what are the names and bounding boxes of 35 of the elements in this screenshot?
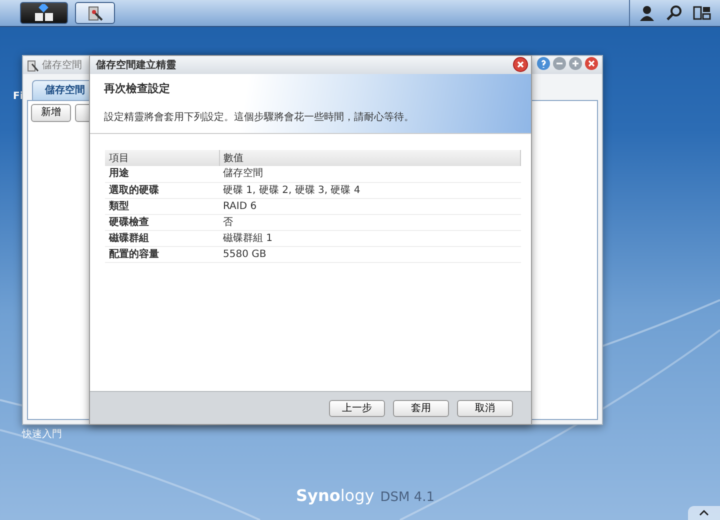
item-cell: 用途 (105, 166, 219, 182)
column-header[interactable]: 項目 (105, 150, 219, 166)
step-description: 設定精靈將會套用下列設定。這個步驟將會花一些時間，請耐心等待。 (104, 110, 415, 124)
item-cell: 磁碟群組 (105, 230, 219, 246)
item-cell: 選取的硬碟 (105, 182, 219, 198)
search-icon[interactable] (666, 5, 682, 21)
dialog-title: 儲存空間建立精靈 (96, 58, 176, 72)
brand-logo: Synology (296, 485, 374, 507)
main-menu-button[interactable] (20, 2, 68, 24)
close-button[interactable] (514, 58, 527, 71)
value-cell: 否 (219, 214, 520, 230)
value-cell: 5580 GB (219, 246, 520, 262)
step-heading: 再次檢查設定 (104, 81, 171, 97)
version-label: DSM 4.1 (380, 489, 434, 507)
window-title: 儲存空間 (42, 58, 82, 72)
item-cell: 類型 (105, 198, 219, 214)
grid-icon (33, 4, 55, 22)
caret-icon (699, 510, 709, 516)
apply-button[interactable]: 套用 (393, 400, 449, 416)
back-button[interactable]: 上一步 (329, 400, 385, 416)
expand-tab[interactable] (688, 506, 720, 520)
column-header[interactable]: 數值 (219, 150, 520, 166)
widgets-icon[interactable] (692, 5, 711, 21)
app-icon (27, 58, 39, 72)
item-cell: 配置的容量 (105, 246, 219, 262)
value-cell: 儲存空間 (219, 166, 520, 182)
app-button[interactable] (75, 2, 115, 24)
add-button[interactable]: 新增 (31, 104, 71, 122)
value-cell: RAID 6 (219, 198, 520, 214)
value-cell: 硬碟 1, 硬碟 2, 硬碟 3, 硬碟 4 (219, 182, 520, 198)
value-cell: 磁碟群組 1 (219, 230, 520, 246)
app-icon (86, 4, 104, 22)
item-cell: 硬碟檢查 (105, 214, 219, 230)
user-icon[interactable] (639, 5, 656, 21)
cancel-button[interactable]: 取消 (457, 400, 513, 416)
